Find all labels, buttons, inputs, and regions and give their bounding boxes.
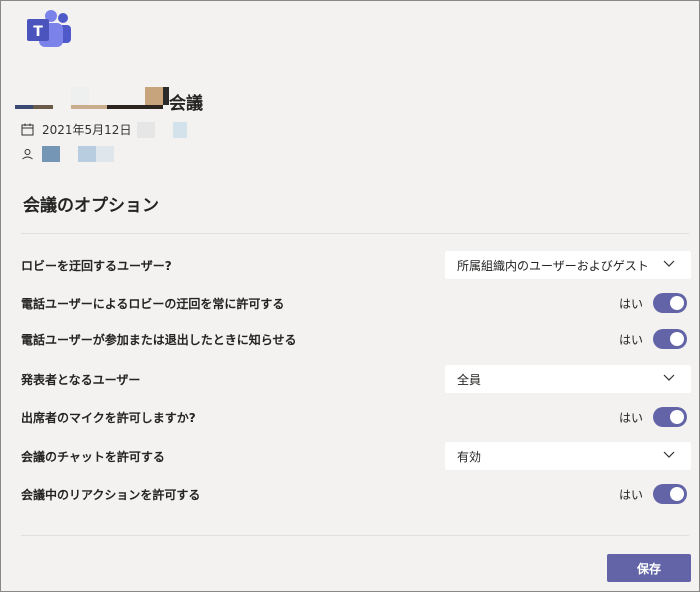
attendee-mic-toggle-wrap: はい	[619, 407, 687, 427]
section-divider	[21, 233, 689, 234]
teams-logo-letter: T	[33, 24, 43, 40]
attendee-mic-toggle[interactable]	[653, 407, 687, 427]
redacted-organizer-avatar	[42, 146, 60, 162]
toggle-label: はい	[618, 332, 643, 347]
dropdown-value: 有効	[457, 449, 482, 464]
chevron-down-icon	[663, 260, 675, 267]
option-label: 会議中のリアクションを許可する	[21, 487, 201, 502]
redacted-organizer-name	[78, 146, 96, 162]
meeting-title: 会議	[169, 94, 203, 114]
toggle-label: はい	[618, 487, 643, 502]
option-row-presenters: 発表者となるユーザー 全員	[21, 365, 693, 393]
dialin-bypass-toggle-wrap: はい	[619, 293, 687, 313]
meeting-chat-dropdown[interactable]: 有効	[445, 442, 691, 470]
meeting-date: 2021年5月12日	[42, 123, 132, 137]
presenters-dropdown[interactable]: 全員	[445, 365, 691, 393]
toggle-knob	[670, 487, 684, 501]
organizer-icon	[22, 148, 33, 159]
chevron-down-icon	[663, 374, 675, 381]
toggle-knob	[670, 296, 684, 310]
toggle-knob	[670, 332, 684, 346]
join-leave-toggle-wrap: はい	[619, 329, 687, 349]
option-label: ロビーを迂回するユーザー?	[21, 258, 172, 273]
dialin-bypass-toggle[interactable]	[653, 293, 687, 313]
toggle-label: はい	[618, 410, 643, 425]
option-label: 電話ユーザーによるロビーの迂回を常に許可する	[21, 296, 285, 311]
toggle-knob	[670, 410, 684, 424]
teams-logo-icon: T	[25, 9, 73, 49]
footer-divider	[21, 535, 689, 536]
meeting-organizer-row	[21, 146, 114, 162]
chevron-down-icon	[663, 451, 675, 458]
meeting-date-row: 2021年5月12日	[21, 121, 188, 138]
calendar-icon	[21, 123, 34, 136]
redacted-organizer-name-2	[96, 146, 114, 162]
option-label: 発表者となるユーザー	[21, 372, 141, 387]
join-leave-notify-toggle[interactable]	[653, 329, 687, 349]
reactions-toggle[interactable]	[653, 484, 687, 504]
option-row-attendee-mic: 出席者のマイクを許可しますか? はい	[21, 403, 693, 431]
option-row-meeting-chat: 会議のチャットを許可する 有効	[21, 442, 693, 470]
redacted-time	[137, 121, 156, 138]
options-section-title: 会議のオプション	[23, 196, 159, 216]
option-row-dialin-bypass: 電話ユーザーによるロビーの迂回を常に許可する はい	[21, 289, 693, 317]
redacted-time-end	[173, 121, 188, 138]
save-button[interactable]: 保存	[607, 554, 691, 582]
toggle-label: はい	[618, 296, 643, 311]
option-row-lobby-bypass: ロビーを迂回するユーザー? 所属組織内のユーザーおよびゲスト	[21, 251, 693, 279]
meeting-title-redaction	[15, 87, 415, 113]
option-row-reactions: 会議中のリアクションを許可する はい	[21, 480, 693, 508]
dropdown-value: 所属組織内のユーザーおよびゲスト	[457, 258, 649, 273]
dropdown-value: 全員	[457, 372, 482, 387]
lobby-bypass-dropdown[interactable]: 所属組織内のユーザーおよびゲスト	[445, 251, 691, 279]
option-label: 出席者のマイクを許可しますか?	[21, 410, 196, 425]
reactions-toggle-wrap: はい	[619, 484, 687, 504]
option-row-join-leave-notify: 電話ユーザーが参加または退出したときに知らせる はい	[21, 325, 693, 353]
option-label: 電話ユーザーが参加または退出したときに知らせる	[21, 332, 297, 347]
option-label: 会議のチャットを許可する	[21, 449, 165, 464]
